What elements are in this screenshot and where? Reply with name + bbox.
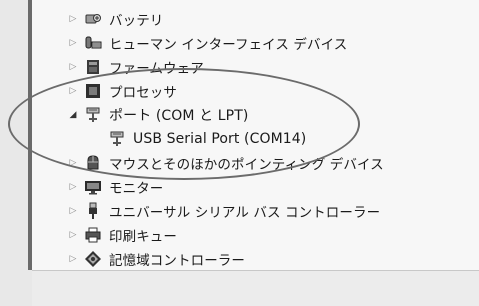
collapse-arrow-icon[interactable]: ◢ [68, 110, 78, 120]
tree-item-print-queues[interactable]: ▷ 印刷キュー [68, 223, 177, 247]
usb-icon [84, 202, 102, 220]
expand-arrow-icon[interactable]: ▷ [68, 230, 78, 240]
tree-item-mouse[interactable]: ▷ マウスとそのほかのポインティング デバイス [68, 151, 384, 175]
port-icon [84, 106, 102, 124]
expand-arrow-icon[interactable]: ▷ [68, 62, 78, 72]
tree-item-firmware[interactable]: ▷ ファームウェア [68, 55, 204, 79]
tree-item-label: プロセッサ [109, 85, 177, 101]
device-tree: ▷ バッテリ ▷ ヒューマン インターフェイス デバイス ▷ ファームウェア ▷… [32, 0, 479, 270]
tree-item-label: ヒューマン インターフェイス デバイス [109, 37, 348, 53]
expand-arrow-icon[interactable]: ▷ [68, 158, 78, 168]
tree-item-label: ユニバーサル シリアル バス コントローラー [109, 205, 381, 221]
tree-item-label: マウスとそのほかのポインティング デバイス [109, 157, 384, 173]
battery-icon [84, 10, 102, 28]
expand-arrow-icon[interactable]: ▷ [68, 38, 78, 48]
tree-item-label: 記憶域コントローラー [109, 253, 245, 269]
tree-item-label: 印刷キュー [109, 229, 177, 245]
tree-item-label: USB Serial Port (COM14) [133, 131, 307, 147]
tree-item-storage-controllers[interactable]: ▷ 記憶域コントローラー [68, 247, 245, 271]
processor-icon [84, 82, 102, 100]
tree-item-usb-controllers[interactable]: ▷ ユニバーサル シリアル バス コントローラー [68, 199, 380, 223]
status-bar [32, 270, 479, 306]
expand-arrow-icon[interactable]: ▷ [68, 254, 78, 264]
tree-item-label: モニター [109, 181, 164, 197]
port-icon [108, 130, 126, 148]
tree-item-battery[interactable]: ▷ バッテリ [68, 7, 164, 31]
expand-arrow-icon[interactable]: ▷ [68, 86, 78, 96]
mouse-icon [84, 154, 102, 172]
tree-item-hid[interactable]: ▷ ヒューマン インターフェイス デバイス [68, 31, 347, 55]
storage-icon [84, 250, 102, 268]
expand-arrow-icon[interactable]: ▷ [68, 14, 78, 24]
expand-arrow-icon[interactable]: ▷ [68, 206, 78, 216]
hid-icon [84, 34, 102, 52]
tree-item-usb-serial-port[interactable]: USB Serial Port (COM14) [108, 127, 306, 151]
tree-item-monitor[interactable]: ▷ モニター [68, 175, 163, 199]
printer-icon [84, 226, 102, 244]
firmware-icon [84, 58, 102, 76]
tree-item-label: バッテリ [109, 13, 164, 29]
tree-item-label: ファームウェア [109, 61, 204, 77]
expand-arrow-icon[interactable]: ▷ [68, 182, 78, 192]
monitor-icon [84, 178, 102, 196]
tree-item-processor[interactable]: ▷ プロセッサ [68, 79, 177, 103]
left-pane-edge [0, 0, 32, 306]
tree-item-label: ポート (COM と LPT) [109, 108, 249, 124]
tree-item-ports[interactable]: ◢ ポート (COM と LPT) [68, 103, 248, 127]
